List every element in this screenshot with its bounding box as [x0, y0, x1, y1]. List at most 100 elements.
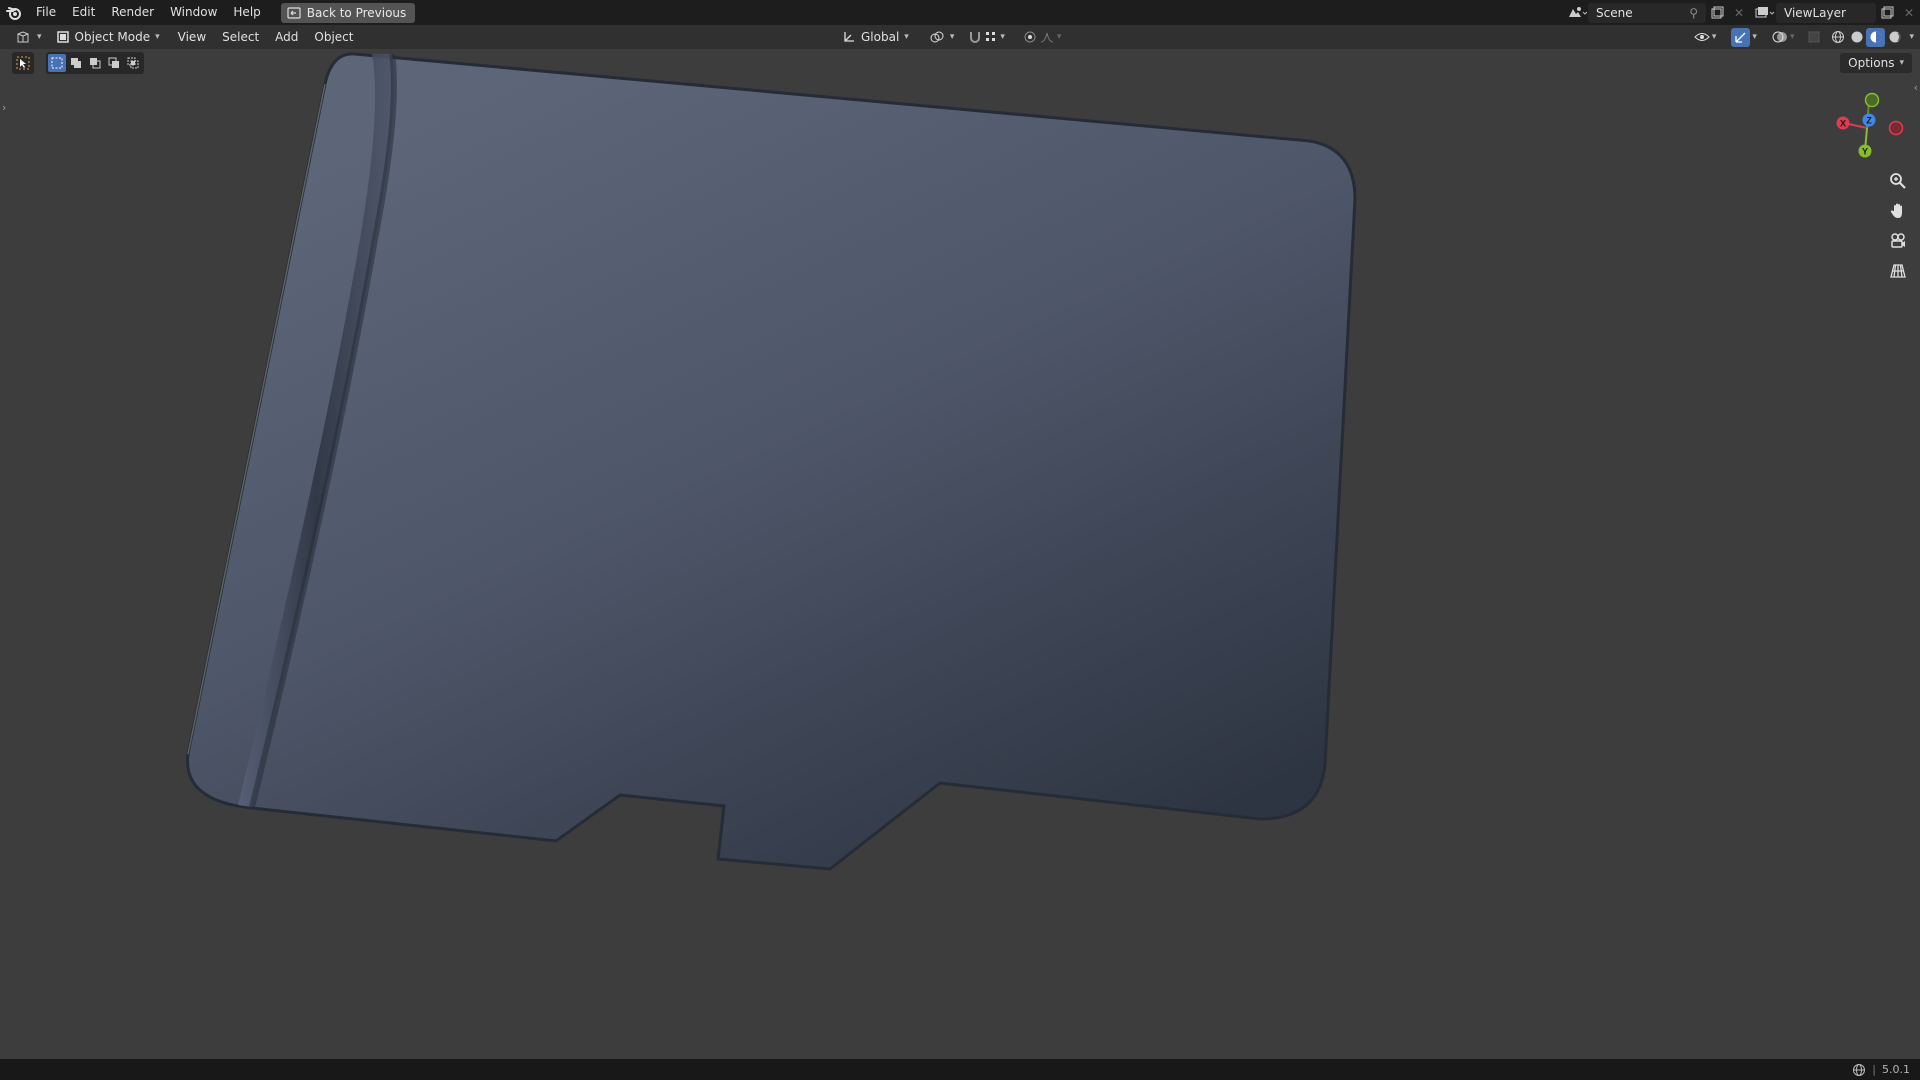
new-scene-icon[interactable]: [1706, 3, 1728, 23]
back-to-previous-button[interactable]: Back to Previous: [280, 2, 416, 23]
orientation-dropdown[interactable]: Global ▾: [836, 27, 915, 47]
3d-viewport-icon: [17, 31, 29, 43]
sidebar-expand-icon[interactable]: ‹: [1914, 81, 1918, 94]
select-extend-icon[interactable]: [67, 54, 85, 72]
solid-shading-icon[interactable]: [1847, 28, 1866, 47]
cursor-arrow-icon: [16, 56, 30, 70]
gizmo-icon: [1731, 27, 1751, 47]
select-invert-icon[interactable]: [105, 54, 123, 72]
gizmo-x-label: X: [1840, 119, 1846, 129]
gizmo-toggle[interactable]: ▾: [1725, 27, 1763, 47]
selection-mode-buttons: [46, 52, 144, 74]
viewport-header: ▾ Object Mode ▾ View Select Add Object G…: [0, 25, 1920, 49]
chevron-down-icon: ▾: [155, 32, 160, 42]
pivot-dropdown[interactable]: ▾: [923, 27, 961, 47]
chevron-down-icon: ▾: [1000, 32, 1005, 42]
select-new-icon[interactable]: [48, 54, 66, 72]
chevron-down-icon: ▾: [1056, 32, 1062, 42]
xray-toggle-icon[interactable]: [1803, 27, 1825, 47]
navigation-buttons: [1886, 169, 1910, 283]
snap-grid-icon: [986, 32, 996, 41]
chevron-down-icon: ▾: [904, 32, 909, 42]
scene-name-field[interactable]: Scene ⚲: [1588, 2, 1706, 23]
gizmo-z-label: Z: [1866, 116, 1872, 126]
globe-icon[interactable]: [1852, 1063, 1866, 1077]
visibility-dropdown[interactable]: ▾: [1688, 27, 1723, 47]
3d-viewport[interactable]: › ‹ Options ▾ X Z Y: [0, 49, 1920, 1059]
gizmo-neg-x-icon[interactable]: [1888, 120, 1904, 136]
version-label: 5.0.1: [1882, 1063, 1910, 1076]
menu-help[interactable]: Help: [225, 0, 268, 25]
chevron-down-icon: ▾: [1899, 58, 1904, 68]
toolbar-expand-icon[interactable]: ›: [2, 101, 6, 114]
viewlayer-name-field[interactable]: ViewLayer: [1776, 2, 1876, 23]
gizmo-y-label: Y: [1862, 147, 1868, 157]
status-bar: | 5.0.1: [0, 1059, 1920, 1080]
proportional-edit-icon: [1024, 31, 1036, 43]
blender-logo-icon[interactable]: [0, 0, 28, 25]
chevron-down-icon: ▾: [1752, 32, 1757, 42]
camera-view-icon[interactable]: [1886, 229, 1910, 253]
rendered-shading-icon[interactable]: [1885, 28, 1904, 47]
viewlayer-name: ViewLayer: [1784, 5, 1846, 20]
menu-edit[interactable]: Edit: [64, 0, 103, 25]
screen-back-icon: [287, 6, 301, 19]
overlays-icon: [1772, 31, 1787, 43]
navigation-gizmo[interactable]: X Z Y: [1822, 71, 1912, 161]
orientation-label: Global: [861, 30, 900, 44]
gizmo-neg-y-icon[interactable]: [1864, 92, 1880, 108]
chevron-down-icon: ▾: [949, 32, 955, 42]
transform-controls: Global ▾ ▾ ▾ ▾: [836, 27, 1067, 47]
proportional-edit-toggle[interactable]: ▾: [1017, 27, 1068, 47]
viewport-shading-controls: ▾ ▾ ▾ ▾: [1688, 27, 1914, 47]
main-menu: File Edit Render Window Help: [28, 0, 269, 25]
falloff-curve-icon: [1040, 32, 1053, 43]
menu-window[interactable]: Window: [162, 0, 225, 25]
scene-name: Scene: [1596, 5, 1633, 20]
shading-mode-buttons: [1828, 27, 1904, 47]
viewlayer-browse-icon[interactable]: [1754, 3, 1776, 23]
viewport-menu: View Select Add Object: [170, 25, 362, 50]
menu-add[interactable]: Add: [267, 25, 306, 50]
back-to-previous-label: Back to Previous: [306, 5, 407, 20]
tool-header: [12, 52, 144, 74]
options-label: Options: [1848, 56, 1895, 70]
snap-toggle[interactable]: ▾: [962, 27, 1011, 47]
zoom-magnifier-icon[interactable]: [1886, 169, 1910, 193]
pan-hand-icon[interactable]: [1886, 199, 1910, 223]
delete-scene-icon[interactable]: ✕: [1728, 3, 1750, 23]
scene-browse-icon[interactable]: [1566, 3, 1588, 23]
select-subtract-icon[interactable]: [86, 54, 104, 72]
select-tool-button[interactable]: [12, 52, 34, 74]
mode-dropdown[interactable]: Object Mode ▾: [50, 27, 166, 47]
select-intersect-icon[interactable]: [124, 54, 142, 72]
menu-object[interactable]: Object: [306, 25, 361, 50]
chevron-down-icon: ▾: [37, 32, 42, 42]
new-viewlayer-icon[interactable]: [1876, 3, 1898, 23]
status-divider: |: [1872, 1063, 1876, 1076]
pin-icon[interactable]: ⚲: [1689, 6, 1698, 20]
chevron-down-icon: ▾: [1789, 32, 1795, 42]
mode-label: Object Mode: [74, 30, 151, 44]
menu-render[interactable]: Render: [103, 0, 162, 25]
menu-select[interactable]: Select: [214, 25, 267, 50]
model-microsd-card: [186, 52, 1357, 871]
overlays-toggle[interactable]: ▾: [1766, 27, 1801, 47]
options-dropdown[interactable]: Options ▾: [1840, 53, 1912, 73]
menu-file[interactable]: File: [28, 0, 64, 25]
magnet-icon: [970, 32, 981, 43]
chevron-down-icon: ▾: [1711, 32, 1717, 42]
editor-type-dropdown[interactable]: ▾: [10, 27, 48, 47]
menu-view[interactable]: View: [170, 25, 214, 50]
axes-orientation-icon: [844, 32, 854, 42]
perspective-grid-icon[interactable]: [1886, 259, 1910, 283]
material-preview-shading-icon[interactable]: [1866, 27, 1886, 47]
eye-icon: [1694, 33, 1710, 41]
pivot-icon: [930, 31, 944, 43]
wireframe-shading-icon[interactable]: [1828, 28, 1847, 47]
object-mode-icon: [56, 31, 69, 43]
top-right-controls: Scene ⚲ ✕ ViewLayer ✕: [1566, 0, 1920, 25]
chevron-down-icon[interactable]: ▾: [1909, 32, 1914, 42]
top-bar: File Edit Render Window Help Back to Pre…: [0, 0, 1920, 25]
delete-viewlayer-icon[interactable]: ✕: [1898, 3, 1920, 23]
